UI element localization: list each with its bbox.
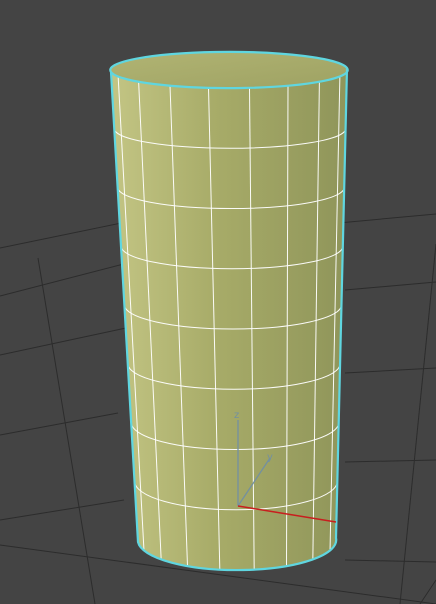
grid-line	[399, 243, 436, 604]
grid-line	[419, 579, 436, 604]
grid-line	[0, 412, 119, 436]
grid-line	[344, 367, 436, 374]
grid-line	[344, 559, 436, 563]
grid-line	[0, 499, 125, 521]
viewport-canvas[interactable]: z y	[0, 0, 436, 604]
cylinder-object[interactable]	[109, 50, 349, 572]
grid-line	[344, 281, 436, 291]
z-axis-label: z	[234, 410, 239, 421]
y-axis-label: y	[267, 452, 273, 463]
grid-line	[37, 257, 96, 604]
grid-line	[0, 327, 127, 356]
perspective-viewport[interactable]: z y	[0, 0, 436, 604]
grid-line	[344, 459, 436, 463]
